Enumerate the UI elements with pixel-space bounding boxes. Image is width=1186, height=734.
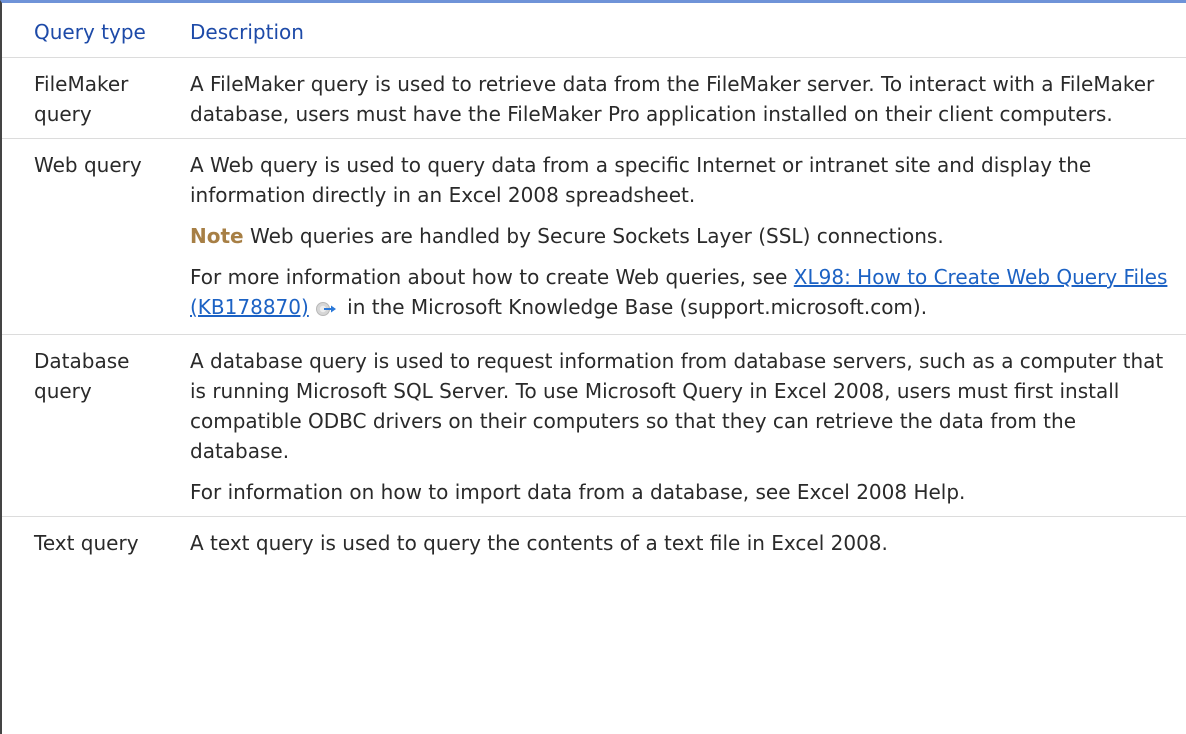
table-row-database: Database query A database query is used … — [2, 334, 1186, 517]
description-text: A Web query is used to query data from a… — [190, 153, 1092, 207]
description-cell: A text query is used to query the conten… — [176, 516, 1186, 567]
table-row-text: Text query A text query is used to query… — [2, 516, 1186, 567]
query-types-table: Query type Description FileMaker query A… — [2, 3, 1186, 567]
query-type-cell: Web query — [2, 138, 176, 335]
table-header-row: Query type Description — [2, 3, 1186, 58]
extra-info-text: For information on how to import data fr… — [190, 480, 966, 504]
table-row-filemaker: FileMaker query A FileMaker query is use… — [2, 57, 1186, 139]
query-type-cell: FileMaker query — [2, 57, 176, 139]
column-header-query-type: Query type — [34, 20, 146, 44]
query-type-cell: Text query — [2, 516, 176, 567]
description-text: A text query is used to query the conten… — [190, 531, 888, 555]
external-link-icon[interactable] — [315, 295, 337, 325]
query-types-table-frame: Query type Description FileMaker query A… — [0, 0, 1186, 734]
table-row-web: Web query A Web query is used to query d… — [2, 138, 1186, 335]
more-info-suffix: in the Microsoft Knowledge Base (support… — [340, 295, 928, 319]
description-cell: A database query is used to request info… — [176, 334, 1186, 517]
note-paragraph: Note Web queries are handled by Secure S… — [190, 221, 1168, 251]
description-text: A database query is used to request info… — [190, 349, 1164, 463]
description-text: A FileMaker query is used to retrieve da… — [190, 72, 1155, 126]
description-cell: A FileMaker query is used to retrieve da… — [176, 57, 1186, 139]
note-label: Note — [190, 224, 244, 248]
more-info-paragraph: For more information about how to create… — [190, 262, 1168, 325]
query-type-cell: Database query — [2, 334, 176, 517]
note-text: Web queries are handled by Secure Socket… — [243, 224, 944, 248]
column-header-description: Description — [190, 20, 304, 44]
description-cell: A Web query is used to query data from a… — [176, 138, 1186, 335]
more-info-prefix: For more information about how to create… — [190, 265, 794, 289]
